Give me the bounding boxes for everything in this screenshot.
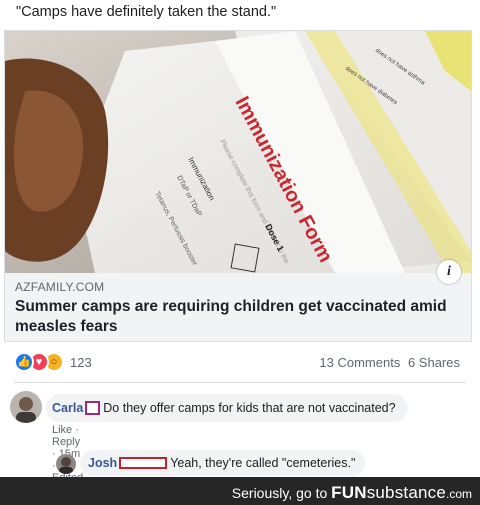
link-domain: AZFAMILY.COM [15, 280, 105, 294]
reaction-count[interactable]: 123 [70, 355, 92, 370]
info-icon[interactable]: i [437, 260, 461, 284]
reactions-bar: 👍 ♥ ○ 123 13 Comments 6 Shares [14, 351, 466, 375]
funsubstance-logo[interactable]: FUNsubstance [331, 483, 446, 502]
comment-text: Do they offer camps for kids that are no… [103, 401, 396, 415]
comment-bubble: Josh Yeah, they're called "cemeteries." [80, 450, 366, 476]
link-preview-card[interactable]: Immunization Form Please complete this f… [4, 30, 472, 342]
like-link[interactable]: Like [52, 424, 72, 436]
comment-bubble: Carla Do they offer camps for kids that a… [46, 394, 408, 422]
comment-text: Yeah, they're called "cemeteries." [170, 456, 356, 470]
footer-text: Seriously, go to FUNsubstance.com [232, 483, 472, 503]
avatar[interactable] [56, 454, 76, 474]
comment-author[interactable]: Carla [52, 401, 83, 415]
comments-count[interactable]: 13 Comments [319, 355, 400, 370]
censored-name-box [119, 456, 168, 469]
link-title[interactable]: Summer camps are requiring children get … [15, 297, 460, 337]
shares-count[interactable]: 6 Shares [408, 355, 460, 370]
post-caption: "Camps have definitely taken the stand." [16, 4, 277, 20]
divider [14, 382, 466, 383]
post-stats: 13 Comments 6 Shares [315, 355, 460, 370]
footer-prefix: Seriously, go to [231, 485, 328, 501]
avatar[interactable] [10, 391, 42, 423]
reply-link[interactable]: Reply [52, 436, 80, 448]
comment-author[interactable]: Josh [88, 456, 117, 470]
footer-dotcom: .com [445, 487, 472, 501]
like-icon: 👍 [14, 352, 34, 372]
watermark-footer: Seriously, go to FUNsubstance.com [0, 477, 480, 505]
link-preview-image[interactable]: Immunization Form Please complete this f… [5, 31, 471, 273]
immunization-form-photo: Immunization Form Please complete this f… [5, 31, 471, 273]
censored-name-box [85, 400, 101, 415]
